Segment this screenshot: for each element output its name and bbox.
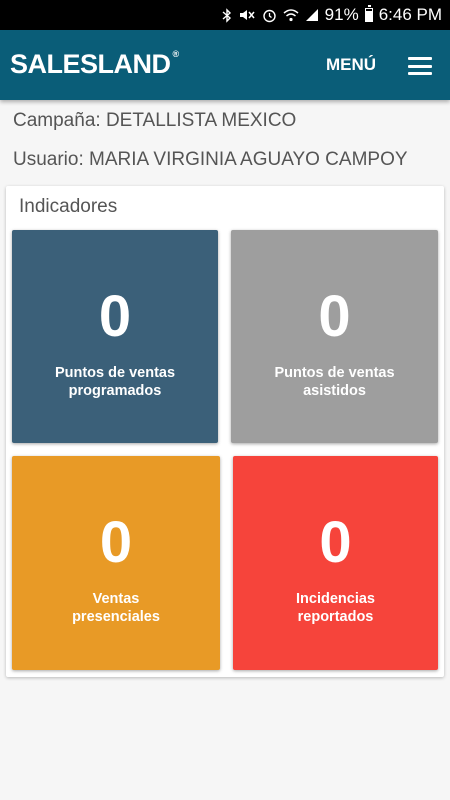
tile-value: 0 xyxy=(99,510,133,575)
status-bar: 91% 6:46 PM xyxy=(0,0,450,30)
tile-label: Incidencias reportados xyxy=(296,591,375,625)
campaign-text: Campaña: DETALLISTA MEXICO xyxy=(13,110,297,131)
tile-reported-incidents[interactable]: 0 Incidencias reportados xyxy=(233,456,438,670)
tile-value: 0 xyxy=(319,510,352,575)
tile-programmed-points[interactable]: 0 Puntos de ventas programados xyxy=(12,230,218,443)
mute-icon xyxy=(238,8,256,22)
indicators-card: Indicadores 0 Puntos de ventas programado… xyxy=(6,186,444,677)
bluetooth-icon xyxy=(222,7,232,23)
app-bar: SALESLAND ® MENÚ xyxy=(0,30,450,100)
tile-label: Ventas presenciales xyxy=(72,591,160,625)
tile-attended-points[interactable]: 0 Puntos de ventas asistidos xyxy=(231,230,438,443)
salesland-logo: SALESLAND ® xyxy=(10,49,179,79)
tile-value: 0 xyxy=(98,284,132,349)
indicators-title: Indicadores xyxy=(19,196,118,217)
signal-icon xyxy=(305,8,319,22)
battery-percent: 91% xyxy=(324,5,359,24)
tile-value: 0 xyxy=(318,284,351,349)
user-text: Usuario: MARIA VIRGINIA AGUAYO CAMPOY xyxy=(13,149,408,170)
clock: 6:46 PM xyxy=(378,5,442,24)
wifi-icon xyxy=(283,8,299,22)
tile-in-person-sales[interactable]: 0 Ventas presenciales xyxy=(12,456,220,670)
alarm-icon xyxy=(262,8,277,23)
hamburger-menu-icon[interactable] xyxy=(408,57,432,75)
menu-label[interactable]: MENÚ xyxy=(326,55,376,75)
tile-label: Puntos de ventas programados xyxy=(54,365,176,399)
tile-label: Puntos de ventas asistidos xyxy=(274,365,395,399)
battery-icon xyxy=(364,5,373,22)
